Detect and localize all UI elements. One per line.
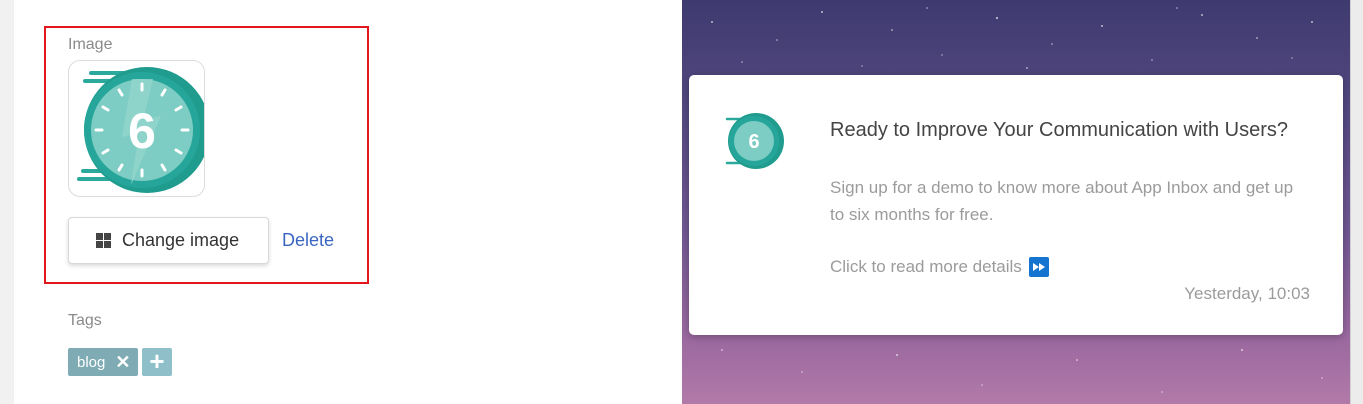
notification-title: Ready to Improve Your Communication with… bbox=[830, 119, 1288, 141]
notification-timestamp: Yesterday, 10:03 bbox=[1184, 284, 1310, 303]
delete-image-link[interactable]: Delete bbox=[282, 230, 334, 251]
right-edge-divider bbox=[1350, 0, 1351, 404]
change-image-button[interactable]: Change image bbox=[68, 217, 269, 264]
notification-preview-card[interactable]: 6 Ready to Improve Your Communication wi… bbox=[689, 75, 1343, 335]
read-more-link[interactable]: Click to read more details bbox=[830, 257, 1049, 277]
read-more-text: Click to read more details bbox=[830, 257, 1022, 276]
right-edge-strip bbox=[1350, 0, 1363, 404]
image-preview-thumbnail: 6 bbox=[68, 60, 205, 197]
fast-forward-icon bbox=[1028, 257, 1049, 277]
stopwatch-logo-icon: 6 bbox=[77, 67, 204, 193]
change-image-label: Change image bbox=[122, 230, 240, 250]
grid-icon bbox=[96, 233, 111, 248]
image-number-text: 6 bbox=[128, 103, 156, 159]
image-field-label: Image bbox=[68, 36, 113, 53]
tags-field-label: Tags bbox=[68, 312, 102, 329]
tag-chip: blog ✕ bbox=[68, 348, 138, 376]
icon-number-text: 6 bbox=[748, 131, 759, 153]
notification-body: Sign up for a demo to know more about Ap… bbox=[830, 178, 1294, 224]
tag-label: blog bbox=[77, 353, 106, 371]
close-icon[interactable]: ✕ bbox=[115, 352, 130, 373]
stopwatch-logo-icon: 6 bbox=[725, 113, 784, 169]
add-tag-button[interactable]: + bbox=[142, 348, 172, 376]
